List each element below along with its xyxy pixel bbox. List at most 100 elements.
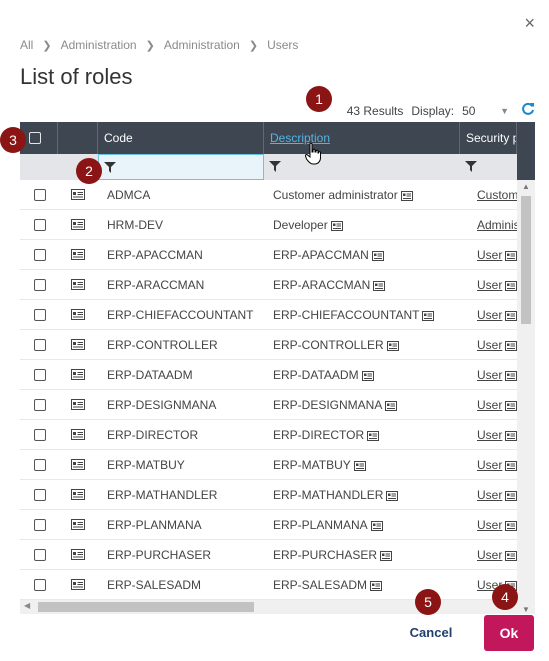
detail-card-icon[interactable] — [71, 279, 85, 293]
detail-card-icon[interactable] — [505, 512, 517, 540]
close-icon[interactable]: × — [524, 14, 535, 32]
detail-card-icon[interactable] — [71, 369, 85, 383]
detail-card-icon[interactable] — [386, 332, 399, 360]
filter-icon[interactable] — [465, 161, 477, 172]
table-row[interactable]: ERP-SALESADM ERP-SALESADM User — [20, 570, 517, 600]
detail-card-icon[interactable] — [370, 572, 383, 600]
ok-button[interactable]: Ok — [484, 615, 534, 651]
cell-security-link[interactable]: User — [477, 518, 502, 532]
detail-card-icon[interactable] — [380, 542, 393, 570]
detail-card-icon[interactable] — [71, 399, 85, 413]
detail-card-icon[interactable] — [370, 512, 383, 540]
filter-description[interactable] — [264, 154, 460, 180]
detail-card-icon[interactable] — [71, 459, 85, 473]
scroll-left-icon[interactable]: ◀ — [24, 601, 30, 610]
table-row[interactable]: ADMCA Customer administrator Custom — [20, 180, 517, 210]
detail-card-icon[interactable] — [71, 189, 85, 203]
detail-card-icon[interactable] — [385, 392, 398, 420]
table-row[interactable]: ERP-ARACCMAN ERP-ARACCMAN User — [20, 270, 517, 300]
detail-card-icon[interactable] — [422, 302, 435, 330]
detail-card-icon[interactable] — [71, 429, 85, 443]
detail-card-icon[interactable] — [505, 452, 517, 480]
detail-card-icon[interactable] — [505, 302, 517, 330]
column-header-description[interactable]: Description — [264, 122, 460, 154]
display-select[interactable]: 50 — [462, 104, 500, 118]
row-checkbox[interactable] — [34, 459, 46, 471]
table-row[interactable]: ERP-MATBUY ERP-MATBUY User — [20, 450, 517, 480]
table-row[interactable]: HRM-DEV Developer Adminis — [20, 210, 517, 240]
vertical-scrollbar[interactable]: ▲ ▼ — [517, 180, 535, 614]
row-checkbox[interactable] — [34, 189, 46, 201]
detail-card-icon[interactable] — [71, 339, 85, 353]
table-row[interactable]: ERP-PLANMANA ERP-PLANMANA User — [20, 510, 517, 540]
table-row[interactable]: ERP-CONTROLLER ERP-CONTROLLER User — [20, 330, 517, 360]
row-checkbox[interactable] — [34, 399, 46, 411]
cell-security-link[interactable]: User — [477, 458, 502, 472]
filter-icon[interactable] — [269, 161, 281, 172]
cell-security-link[interactable]: User — [477, 488, 502, 502]
detail-card-icon[interactable] — [400, 182, 413, 210]
detail-card-icon[interactable] — [71, 489, 85, 503]
cancel-button[interactable]: Cancel — [404, 620, 458, 646]
detail-card-icon[interactable] — [71, 309, 85, 323]
filter-icon[interactable] — [104, 162, 116, 173]
detail-card-icon[interactable] — [71, 219, 85, 233]
table-row[interactable]: ERP-MATHANDLER ERP-MATHANDLER User — [20, 480, 517, 510]
row-checkbox[interactable] — [34, 579, 46, 591]
table-row[interactable]: ERP-DESIGNMANA ERP-DESIGNMANA User — [20, 390, 517, 420]
row-checkbox[interactable] — [34, 339, 46, 351]
row-checkbox[interactable] — [34, 549, 46, 561]
detail-card-icon[interactable] — [71, 549, 85, 563]
horizontal-scrollbar[interactable]: ◀ — [20, 600, 517, 614]
cell-security-link[interactable]: User — [477, 398, 502, 412]
detail-card-icon[interactable] — [330, 212, 343, 240]
detail-card-icon[interactable] — [373, 272, 386, 300]
row-checkbox[interactable] — [34, 429, 46, 441]
row-checkbox[interactable] — [34, 519, 46, 531]
detail-card-icon[interactable] — [505, 272, 517, 300]
row-checkbox[interactable] — [34, 249, 46, 261]
cell-security-link[interactable]: User — [477, 368, 502, 382]
chevron-down-icon[interactable]: ▼ — [500, 106, 509, 116]
detail-card-icon[interactable] — [505, 392, 517, 420]
row-checkbox[interactable] — [34, 369, 46, 381]
cell-security-link[interactable]: Custom — [477, 188, 517, 202]
column-header-code[interactable]: Code — [98, 122, 264, 154]
detail-card-icon[interactable] — [505, 422, 517, 450]
detail-card-icon[interactable] — [71, 249, 85, 263]
cell-security-link[interactable]: User — [477, 248, 502, 262]
refresh-icon[interactable] — [521, 102, 535, 120]
detail-card-icon[interactable] — [353, 452, 366, 480]
detail-card-icon[interactable] — [71, 519, 85, 533]
cell-security-link[interactable]: User — [477, 278, 502, 292]
detail-card-icon[interactable] — [505, 362, 517, 390]
scroll-down-icon[interactable]: ▼ — [522, 605, 530, 614]
breadcrumb-item-administration[interactable]: Administration — [61, 38, 137, 52]
cell-security-link[interactable]: User — [477, 308, 502, 322]
row-checkbox[interactable] — [34, 219, 46, 231]
breadcrumb-item-all[interactable]: All — [20, 38, 33, 52]
detail-card-icon[interactable] — [371, 242, 384, 270]
detail-card-icon[interactable] — [505, 542, 517, 570]
detail-card-icon[interactable] — [71, 579, 85, 593]
detail-card-icon[interactable] — [505, 242, 517, 270]
table-row[interactable]: ERP-APACCMAN ERP-APACCMAN User — [20, 240, 517, 270]
breadcrumb-item-users[interactable]: Users — [267, 38, 298, 52]
select-all-checkbox[interactable] — [29, 132, 41, 144]
detail-card-icon[interactable] — [505, 332, 517, 360]
cell-security-link[interactable]: User — [477, 428, 502, 442]
cell-security-link[interactable]: User — [477, 548, 502, 562]
detail-card-icon[interactable] — [386, 482, 399, 510]
detail-card-icon[interactable] — [505, 482, 517, 510]
detail-card-icon[interactable] — [361, 362, 374, 390]
table-row[interactable]: ERP-CHIEFACCOUNTANT ERP-CHIEFACCOUNTANT Us… — [20, 300, 517, 330]
filter-code[interactable] — [98, 154, 264, 180]
table-row[interactable]: ERP-DIRECTOR ERP-DIRECTOR User — [20, 420, 517, 450]
column-header-security[interactable]: Security p — [460, 122, 517, 154]
row-checkbox[interactable] — [34, 279, 46, 291]
horizontal-scrollbar-thumb[interactable] — [38, 602, 254, 612]
scroll-up-icon[interactable]: ▲ — [522, 182, 530, 191]
breadcrumb-item-administration-2[interactable]: Administration — [164, 38, 240, 52]
row-checkbox[interactable] — [34, 489, 46, 501]
table-row[interactable]: ERP-PURCHASER ERP-PURCHASER User — [20, 540, 517, 570]
